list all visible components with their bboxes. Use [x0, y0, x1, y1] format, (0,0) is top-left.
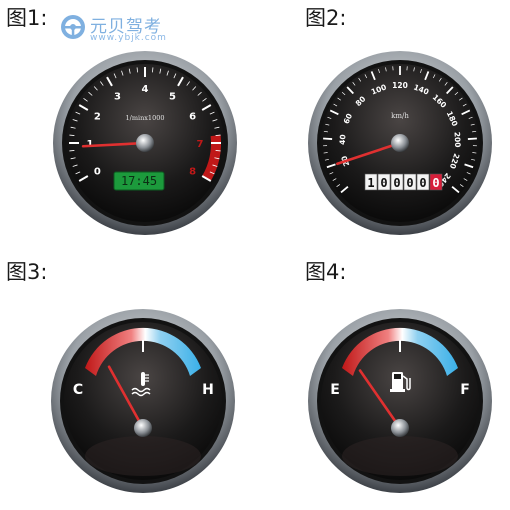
clock-time: 17:45 [121, 174, 157, 188]
figure-2-label: 图2: [305, 6, 347, 30]
major-tick [323, 137, 333, 140]
speedometer-tick-label: 40 [338, 134, 348, 145]
tachometer-tick-label: 4 [142, 84, 149, 95]
tachometer-gauge: 012345678 1/minx1000 17:45 [50, 48, 240, 238]
minor-tick [69, 150, 75, 152]
tachometer-unit: 1/minx1000 [126, 114, 165, 122]
figure-1-label: 图1: [6, 6, 48, 30]
minor-tick [69, 134, 75, 136]
tachometer-dial: 012345678 1/minx1000 17:45 [53, 51, 237, 235]
needle-hub [136, 134, 154, 152]
odometer-digit: 0 [393, 176, 400, 190]
tachometer-tick-label: 2 [94, 112, 101, 123]
figure-3-label: 图3: [6, 260, 48, 284]
tachometer-tick-label: 3 [114, 91, 121, 102]
watermark: 元贝驾考 www.ybjk.com [60, 12, 190, 46]
temperature-dial: C H [51, 309, 235, 493]
watermark-url: www.ybjk.com [90, 33, 167, 43]
tachometer-tick-label: 7 [197, 139, 204, 150]
temperature-high-label: H [202, 382, 214, 398]
speedometer-tick-label: 120 [392, 81, 408, 90]
speedometer-gauge: 20406080100120140160180200220240 km/h 10… [305, 48, 495, 238]
steering-wheel-icon [61, 15, 85, 39]
minor-tick [136, 67, 138, 73]
minor-tick [215, 134, 221, 136]
major-tick [467, 137, 477, 140]
tachometer-tick-label: 8 [189, 167, 196, 178]
odometer-digit: 0 [419, 176, 426, 190]
speedometer-tick-label: 200 [452, 132, 462, 148]
tachometer-tick-label: 6 [189, 112, 196, 123]
speedometer-unit: km/h [391, 112, 409, 120]
needle-hub [134, 419, 152, 437]
odometer-digit: 1 [367, 176, 374, 190]
figure-4-label: 图4: [305, 260, 347, 284]
needle-hub [391, 419, 409, 437]
fuel-dial: E F [308, 309, 492, 493]
tachometer-tick-label: 0 [94, 167, 101, 178]
fuel-gauge: E F [305, 306, 495, 496]
temperature-gauge: C H [48, 306, 238, 496]
speedometer-dial: 20406080100120140160180200220240 km/h 10… [308, 51, 492, 235]
odometer-digit: 0 [380, 176, 387, 190]
tachometer-tick-label: 5 [169, 91, 176, 102]
fuel-high-label: F [460, 382, 470, 398]
fuel-low-label: E [330, 382, 340, 398]
needle-hub [391, 134, 409, 152]
odometer-digit: 0 [406, 176, 413, 190]
minor-tick [215, 150, 221, 152]
temperature-low-label: C [73, 382, 83, 398]
odometer-digit: 0 [432, 176, 439, 190]
minor-tick [152, 67, 154, 73]
